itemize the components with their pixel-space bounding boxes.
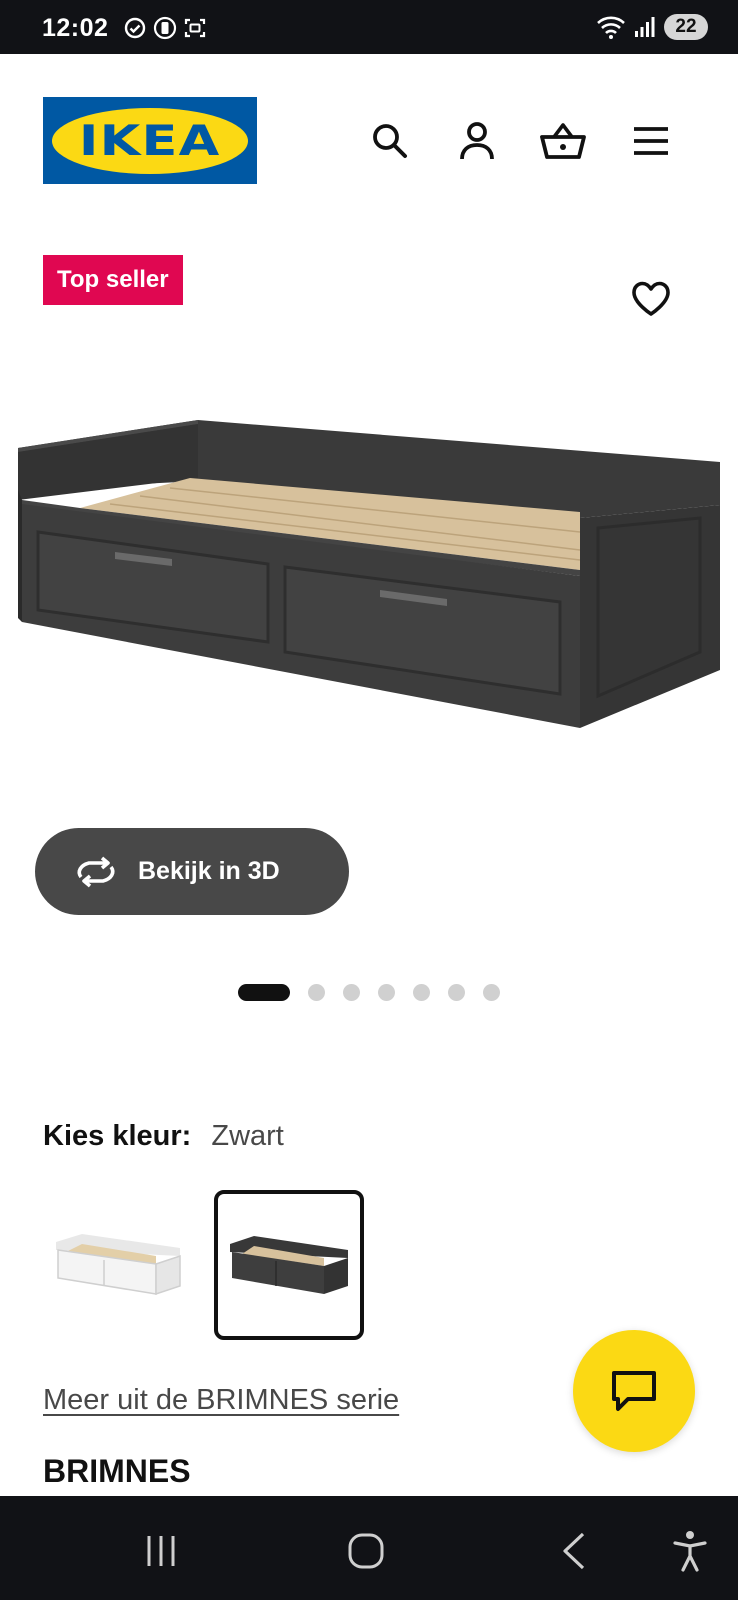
status-notification-icons: [123, 16, 207, 40]
favourite-button[interactable]: [626, 274, 676, 324]
gallery-dot-6[interactable]: [448, 984, 465, 1001]
logo-oval: IKEA: [52, 107, 248, 174]
account-icon: [460, 122, 494, 160]
basket-icon: [540, 123, 586, 159]
menu-button[interactable]: [626, 116, 676, 166]
product-name: BRIMNES: [43, 1453, 191, 1489]
view-3d-button[interactable]: Bekijk in 3D: [35, 828, 349, 915]
product-image[interactable]: [0, 400, 738, 760]
status-bar: 12:02 22: [0, 0, 738, 54]
gallery-dot-1[interactable]: [238, 984, 290, 1001]
color-option-white[interactable]: [43, 1190, 193, 1340]
status-system-icons: 22: [596, 14, 708, 40]
heart-icon: [632, 281, 670, 316]
gallery-dot-7[interactable]: [483, 984, 500, 1001]
top-seller-badge: Top seller: [43, 255, 183, 305]
site-header: IKEA: [0, 54, 738, 224]
chat-icon: [612, 1371, 656, 1411]
black-daybed-thumbnail: [230, 1236, 348, 1294]
wifi-icon: [597, 16, 625, 39]
accessibility-button[interactable]: [665, 1526, 715, 1576]
color-value: Zwart: [211, 1120, 284, 1152]
gallery-dot-5[interactable]: [413, 984, 430, 1001]
basket-button[interactable]: [538, 116, 588, 166]
brimnes-series-link[interactable]: Meer uit de BRIMNES serie: [43, 1384, 399, 1417]
white-daybed-thumbnail: [56, 1234, 181, 1296]
account-button[interactable]: [452, 116, 502, 166]
gallery-dot-2[interactable]: [308, 984, 325, 1001]
menu-icon: [634, 127, 668, 155]
accessibility-icon: [673, 1531, 707, 1572]
signal-icon: [635, 17, 655, 37]
back-button[interactable]: [549, 1526, 599, 1576]
phone-lock-icon: [153, 16, 177, 40]
battery-indicator: 22: [664, 14, 708, 40]
logo-text: IKEA: [79, 116, 221, 165]
back-icon: [563, 1532, 585, 1570]
screenshot-icon: [184, 18, 206, 38]
search-button[interactable]: [365, 116, 415, 166]
color-chooser: Kies kleur: Zwart: [43, 1120, 284, 1153]
color-option-black[interactable]: [214, 1190, 364, 1340]
home-button[interactable]: [341, 1526, 391, 1576]
check-circle-icon: [124, 17, 146, 39]
system-navigation-bar: [0, 1496, 738, 1600]
rotate-3d-icon: [71, 852, 121, 892]
gallery-pagination: [238, 984, 518, 1001]
status-time: 12:02: [42, 14, 109, 42]
gallery-dot-4[interactable]: [378, 984, 395, 1001]
search-icon: [373, 124, 407, 158]
recent-apps-button[interactable]: [136, 1526, 186, 1576]
ikea-logo[interactable]: IKEA: [43, 97, 257, 184]
gallery-dot-3[interactable]: [343, 984, 360, 1001]
daybed-image: [18, 420, 720, 728]
color-label: Kies kleur:: [43, 1120, 192, 1152]
recent-apps-icon: [147, 1536, 175, 1566]
home-icon: [348, 1533, 384, 1569]
chat-button[interactable]: [573, 1330, 695, 1452]
view-3d-label: Bekijk in 3D: [138, 857, 280, 885]
